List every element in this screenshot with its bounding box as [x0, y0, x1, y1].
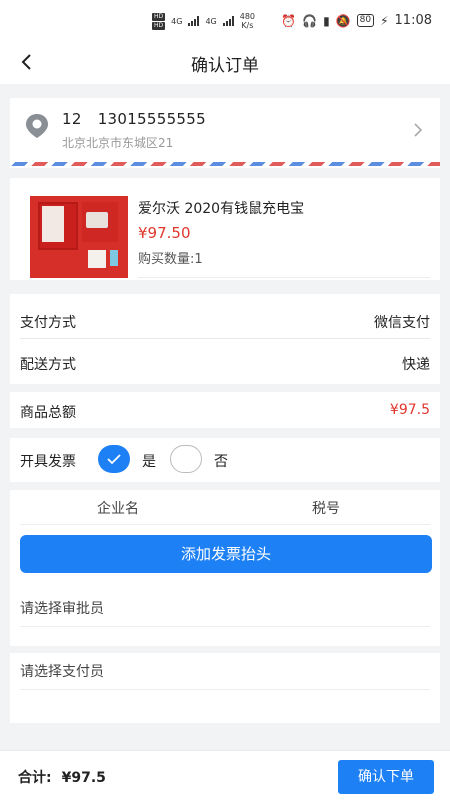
- order-total: 合计: ¥97.5: [18, 767, 106, 787]
- divider: [20, 626, 430, 627]
- alarm-icon: ⏰: [281, 13, 297, 28]
- clock: 11:08: [394, 13, 432, 28]
- product-price: ¥97.50: [138, 224, 191, 242]
- check-icon: [107, 454, 121, 465]
- signal-icon-1: [188, 16, 200, 26]
- location-pin-icon: [26, 114, 48, 138]
- nav-bar: 确认订单: [0, 40, 450, 84]
- goods-total-row: 商品总额 ¥97.5: [10, 392, 440, 428]
- invoice-no-radio[interactable]: [170, 445, 202, 473]
- charging-icon: ⚡: [380, 13, 389, 28]
- invoice-label: 开具发票: [20, 454, 76, 470]
- product-quantity: 购买数量:1: [138, 252, 203, 267]
- page-title: 确认订单: [191, 56, 259, 76]
- status-right: ⏰ 🎧 ▮ 🔕 80 ⚡ 11:08: [281, 13, 432, 28]
- network-indicators: HD HD 4G 4G 480 K/s: [152, 12, 255, 30]
- invoice-no-label: 否: [214, 454, 228, 470]
- image-powerbank: [86, 212, 108, 228]
- hd-label-1: HD: [152, 12, 166, 21]
- hd-icon: HD HD: [152, 12, 166, 30]
- mute-icon: 🔕: [335, 13, 351, 28]
- chevron-right-icon: [414, 123, 423, 137]
- divider: [20, 338, 430, 339]
- airmail-border: [10, 162, 440, 166]
- goods-total-value: ¥97.5: [389, 402, 430, 418]
- delivery-method-label: 配送方式: [20, 357, 76, 373]
- status-bar: HD HD 4G 4G 480 K/s ⏰ 🎧 ▮ 🔕 80 ⚡ 11:08: [0, 0, 450, 40]
- product-card: 爱尔沃 2020有钱鼠充电宝 ¥97.50 购买数量:1: [10, 178, 440, 280]
- tax-number-header: 税号: [312, 501, 340, 517]
- image-tag-2: [110, 250, 118, 266]
- recipient-phone: 13015555555: [97, 110, 206, 128]
- image-tag: [88, 250, 106, 268]
- divider: [20, 524, 430, 525]
- network-speed: 480 K/s: [240, 12, 255, 30]
- signal-icon-2: [222, 16, 234, 26]
- address-detail: 北京北京市东城区21: [62, 136, 174, 150]
- order-total-label: 合计:: [18, 770, 52, 786]
- invoice-title-card: 企业名 税号 添加发票抬头: [10, 490, 440, 590]
- invoice-toggle-card: 开具发票 是 否: [10, 438, 440, 482]
- recipient-name: 12: [62, 110, 82, 128]
- speed-value: 480: [239, 12, 256, 21]
- company-name-header: 企业名: [97, 501, 139, 517]
- network-type-1: 4G: [171, 16, 183, 26]
- payment-delivery-card: 支付方式 微信支付 配送方式 快递: [10, 294, 440, 384]
- delivery-method-value: 快递: [402, 357, 430, 373]
- image-strip: [42, 206, 64, 242]
- invoice-yes-radio[interactable]: [98, 445, 130, 473]
- divider: [138, 277, 430, 278]
- invoice-yes-label: 是: [142, 454, 156, 470]
- divider: [20, 689, 430, 690]
- headphones-icon: 🎧: [302, 13, 318, 28]
- payer-placeholder: 请选择支付员: [20, 664, 104, 680]
- add-invoice-title-button[interactable]: 添加发票抬头: [20, 535, 432, 573]
- payment-method-label: 支付方式: [20, 315, 76, 331]
- address-contact: 12 13015555555: [62, 110, 206, 128]
- payment-method-value: 微信支付: [374, 315, 430, 331]
- hd-label-2: HD: [152, 21, 166, 30]
- submit-order-button[interactable]: 确认下单: [338, 760, 434, 794]
- payer-picker[interactable]: 请选择支付员: [10, 653, 440, 723]
- order-total-amount: ¥97.5: [61, 770, 106, 786]
- goods-total-label: 商品总额: [20, 405, 76, 421]
- checkout-footer: 合计: ¥97.5 确认下单: [0, 750, 450, 800]
- product-image: [30, 196, 128, 278]
- address-card[interactable]: 12 13015555555 北京北京市东城区21: [10, 98, 440, 168]
- speed-unit: K/s: [241, 21, 254, 30]
- approver-placeholder: 请选择审批员: [20, 601, 104, 617]
- vibrate-icon: ▮: [323, 13, 330, 28]
- approver-picker[interactable]: 请选择审批员: [10, 590, 440, 646]
- battery-icon: 80: [356, 14, 375, 27]
- network-type-2: 4G: [205, 16, 217, 26]
- product-name: 爱尔沃 2020有钱鼠充电宝: [138, 201, 305, 217]
